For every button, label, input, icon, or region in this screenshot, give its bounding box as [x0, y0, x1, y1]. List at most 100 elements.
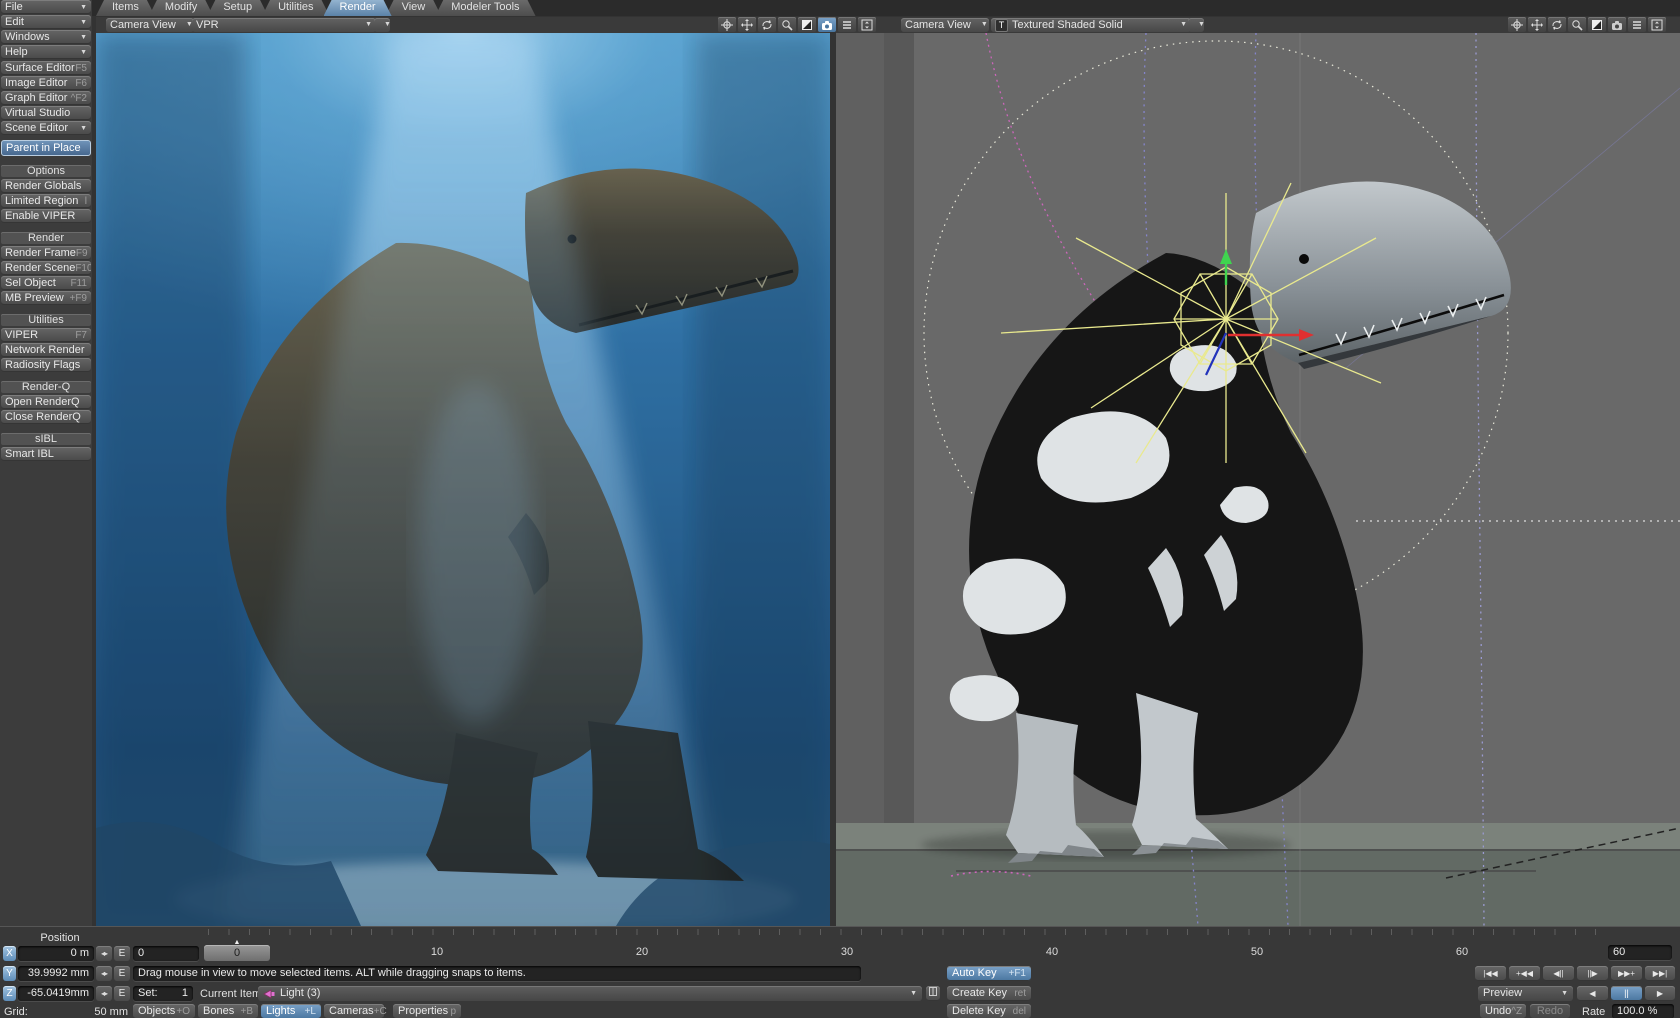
image-editor-button[interactable]: Image EditorF6 — [1, 76, 91, 90]
step-back-button[interactable]: ◀|| — [1543, 966, 1574, 981]
pan-icon[interactable] — [1508, 17, 1526, 32]
tab-modify[interactable]: Modify — [149, 0, 213, 16]
surface-editor-button[interactable]: Surface EditorF5 — [1, 61, 91, 75]
maximize-viewport-icon[interactable] — [1648, 17, 1666, 32]
left-viewport-vpr-render[interactable] — [96, 33, 830, 926]
auto-key-toggle[interactable]: Auto Key+F1 — [947, 966, 1031, 981]
z-spinner[interactable] — [96, 986, 112, 1001]
move-icon[interactable] — [738, 17, 756, 32]
cameras-tab[interactable]: Cameras+C — [324, 1004, 384, 1018]
zoom-icon[interactable] — [778, 17, 796, 32]
y-envelope-button[interactable]: E — [114, 966, 130, 981]
lights-tab[interactable]: Lights+L — [261, 1004, 321, 1018]
file-menu[interactable]: File▼ — [1, 0, 91, 14]
region-icon[interactable] — [798, 17, 816, 32]
tab-setup[interactable]: Setup — [207, 0, 268, 16]
render-globals-button[interactable]: Render Globals — [1, 179, 91, 193]
objects-tab[interactable]: Objects+O — [133, 1004, 195, 1018]
maximize-viewport-icon[interactable] — [858, 17, 876, 32]
timeline-ruler[interactable] — [208, 929, 1604, 943]
region-icon[interactable] — [1588, 17, 1606, 32]
tab-modeler-tools[interactable]: Modeler Tools — [435, 0, 535, 16]
rotate-icon[interactable] — [758, 17, 776, 32]
left-view-type-dropdown[interactable]: Camera View — [106, 18, 194, 32]
play-reverse-button[interactable]: ◀ — [1577, 986, 1608, 1001]
x-position-field[interactable]: 0 m — [18, 946, 94, 961]
x-axis-toggle[interactable]: X — [3, 946, 16, 961]
right-view-type-dropdown[interactable]: Camera View — [901, 18, 989, 32]
z-position-field[interactable]: -65.0419mm — [18, 986, 94, 1001]
create-key-button[interactable]: Create Keyret — [947, 986, 1031, 1001]
current-frame-field[interactable]: 0 — [133, 946, 199, 961]
item-list-button[interactable] — [926, 986, 940, 1001]
viewport-menu-icon[interactable] — [1628, 17, 1646, 32]
z-axis-toggle[interactable]: Z — [3, 986, 16, 1001]
go-to-start-button[interactable]: |◀◀ — [1475, 966, 1506, 981]
viewport-menu-icon[interactable] — [838, 17, 856, 32]
mb-preview-button[interactable]: MB Preview+F9 — [1, 291, 91, 305]
tab-render[interactable]: Render — [324, 0, 392, 16]
y-spinner[interactable] — [96, 966, 112, 981]
camera-icon[interactable] — [818, 17, 836, 32]
pan-icon[interactable] — [718, 17, 736, 32]
right-viewport-options-dropdown[interactable] — [1188, 18, 1204, 32]
label: Surface Editor — [5, 62, 75, 74]
windows-menu[interactable]: Windows▼ — [1, 30, 91, 44]
redo-button[interactable]: Redo — [1530, 1004, 1570, 1018]
z-envelope-button[interactable]: E — [114, 986, 130, 1001]
viper-button[interactable]: VIPERF7 — [1, 328, 91, 342]
virtual-studio-button[interactable]: Virtual Studio — [1, 106, 91, 120]
shortcut: F11 — [71, 278, 88, 289]
limited-region-button[interactable]: Limited Regionl — [1, 194, 91, 208]
timeline-slider-handle[interactable]: 0 — [204, 945, 270, 961]
renderq-section-header: Render-Q — [1, 381, 91, 393]
preview-dropdown[interactable]: Preview — [1478, 986, 1573, 1001]
scene-editor-button[interactable]: Scene Editor▼ — [1, 121, 91, 135]
edit-menu[interactable]: Edit▼ — [1, 15, 91, 29]
y-axis-toggle[interactable]: Y — [3, 966, 16, 981]
end-frame-field[interactable]: 60 — [1608, 945, 1672, 960]
left-shading-mode-dropdown[interactable]: VPR — [192, 18, 376, 32]
camera-icon[interactable] — [1608, 17, 1626, 32]
tab-utilities[interactable]: Utilities — [262, 0, 329, 16]
move-icon[interactable] — [1528, 17, 1546, 32]
parent-in-place-toggle[interactable]: Parent in Place — [1, 140, 91, 156]
properties-button[interactable]: Propertiesp — [393, 1004, 461, 1018]
step-forward-button[interactable]: ||▶ — [1577, 966, 1608, 981]
help-menu[interactable]: Help▼ — [1, 45, 91, 59]
smart-ibl-button[interactable]: Smart IBL — [1, 447, 91, 461]
current-item-dropdown[interactable]: Light (3) — [258, 986, 922, 1001]
sel-object-button[interactable]: Sel ObjectF11 — [1, 276, 91, 290]
tab-view[interactable]: View — [386, 0, 442, 16]
x-envelope-button[interactable]: E — [114, 946, 130, 961]
render-frame-button[interactable]: Render FrameF9 — [1, 246, 91, 260]
ruler-label-30: 30 — [841, 946, 853, 958]
y-position-field[interactable]: 39.9992 mm — [18, 966, 94, 981]
left-viewport-options-dropdown[interactable] — [374, 18, 390, 32]
enable-viper-button[interactable]: Enable VIPER — [1, 209, 91, 223]
network-render-button[interactable]: Network Render — [1, 343, 91, 357]
open-renderq-button[interactable]: Open RenderQ — [1, 395, 91, 409]
right-viewport-shaded[interactable] — [836, 33, 1680, 926]
zoom-icon[interactable] — [1568, 17, 1586, 32]
play-forward-button[interactable]: ▶ — [1645, 986, 1675, 1001]
right-shading-mode-dropdown[interactable]: TTextured Shaded Solid — [991, 18, 1191, 32]
radiosity-flags-button[interactable]: Radiosity Flags — [1, 358, 91, 372]
x-spinner[interactable] — [96, 946, 112, 961]
label: Bones — [203, 1004, 234, 1018]
bones-tab[interactable]: Bones+B — [198, 1004, 258, 1018]
prev-keyframe-button[interactable]: +◀◀ — [1509, 966, 1540, 981]
tab-items[interactable]: Items — [96, 0, 155, 16]
ruler-label-10: 10 — [431, 946, 443, 958]
close-renderq-button[interactable]: Close RenderQ — [1, 410, 91, 424]
position-label: Position — [28, 932, 92, 944]
rotate-icon[interactable] — [1548, 17, 1566, 32]
render-scene-button[interactable]: Render SceneF10 — [1, 261, 91, 275]
rate-field[interactable]: 100.0 % — [1612, 1004, 1674, 1018]
go-to-end-button[interactable]: ▶▶| — [1645, 966, 1675, 981]
delete-key-button[interactable]: Delete Keydel — [947, 1004, 1031, 1018]
next-keyframe-button[interactable]: ▶▶+ — [1611, 966, 1642, 981]
graph-editor-button[interactable]: Graph Editor^F2 — [1, 91, 91, 105]
pause-button[interactable]: || — [1611, 986, 1642, 1001]
undo-button[interactable]: Undo^Z — [1480, 1004, 1526, 1018]
